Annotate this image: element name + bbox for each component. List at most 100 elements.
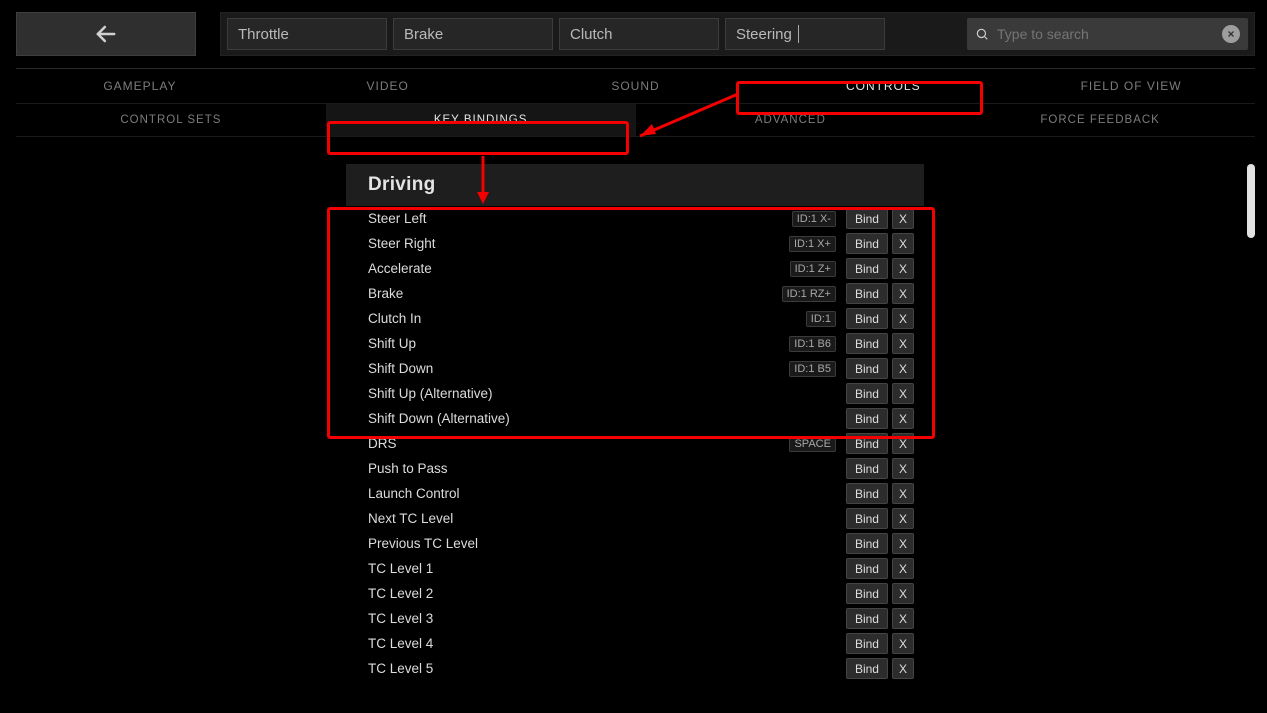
bind-button[interactable]: Bind xyxy=(846,383,888,404)
binding-row: Shift Up (Alternative)BindX xyxy=(346,381,924,406)
tab-video[interactable]: VIDEO xyxy=(264,69,512,103)
binding-assignment-chip: ID:1 X+ xyxy=(789,236,836,252)
binding-assignment-chip: ID:1 B6 xyxy=(789,336,836,352)
clear-binding-button[interactable]: X xyxy=(892,508,914,529)
bind-button[interactable]: Bind xyxy=(846,308,888,329)
bindings-list: Steer LeftID:1 X-BindXSteer RightID:1 X+… xyxy=(346,206,924,681)
clear-search-button[interactable] xyxy=(1222,25,1240,43)
binding-assignment-chip: SPACE xyxy=(789,436,835,452)
content-wrap: Driving Steer LeftID:1 X-BindXSteer Righ… xyxy=(16,162,1255,701)
clear-binding-button[interactable]: X xyxy=(892,333,914,354)
subtab-advanced[interactable]: ADVANCED xyxy=(636,104,946,136)
binding-row: TC Level 1 BindX xyxy=(346,556,924,581)
binding-assignment-chip: ID:1 X- xyxy=(792,211,836,227)
binding-row: Clutch InID:1BindX xyxy=(346,306,924,331)
binding-assignment-chip: ID:1 B5 xyxy=(789,361,836,377)
input-status-row: Throttle Brake Clutch Steering xyxy=(220,12,1255,56)
binding-label: TC Level 4 xyxy=(368,636,842,651)
clear-binding-button[interactable]: X xyxy=(892,483,914,504)
close-icon xyxy=(1226,29,1236,39)
bind-button[interactable]: Bind xyxy=(846,633,888,654)
clear-binding-button[interactable]: X xyxy=(892,558,914,579)
binding-row: TC Level 4 BindX xyxy=(346,631,924,656)
clear-binding-button[interactable]: X xyxy=(892,458,914,479)
binding-label: Accelerate xyxy=(368,261,790,276)
bind-button[interactable]: Bind xyxy=(846,558,888,579)
binding-row: TC Level 3 BindX xyxy=(346,606,924,631)
bindings-panel: Driving Steer LeftID:1 X-BindXSteer Righ… xyxy=(346,164,924,701)
bind-button[interactable]: Bind xyxy=(846,408,888,429)
scrollbar-thumb[interactable] xyxy=(1247,164,1255,238)
binding-row: Launch Control BindX xyxy=(346,481,924,506)
bind-button[interactable]: Bind xyxy=(846,483,888,504)
clear-binding-button[interactable]: X xyxy=(892,408,914,429)
tab-controls[interactable]: CONTROLS xyxy=(759,69,1007,103)
clear-binding-button[interactable]: X xyxy=(892,533,914,554)
clear-binding-button[interactable]: X xyxy=(892,658,914,679)
bind-button[interactable]: Bind xyxy=(846,208,888,229)
subtab-control-sets[interactable]: CONTROL SETS xyxy=(16,104,326,136)
clear-binding-button[interactable]: X xyxy=(892,433,914,454)
bind-button[interactable]: Bind xyxy=(846,658,888,679)
brake-status: Brake xyxy=(393,18,553,50)
binding-label: Shift Up xyxy=(368,336,789,351)
clear-binding-button[interactable]: X xyxy=(892,583,914,604)
binding-label: Steer Left xyxy=(368,211,792,226)
bind-button[interactable]: Bind xyxy=(846,258,888,279)
bind-button[interactable]: Bind xyxy=(846,458,888,479)
clear-binding-button[interactable]: X xyxy=(892,608,914,629)
clear-binding-button[interactable]: X xyxy=(892,283,914,304)
search-box[interactable] xyxy=(967,18,1248,50)
binding-label: Clutch In xyxy=(368,311,806,326)
binding-row: AccelerateID:1 Z+ BindX xyxy=(346,256,924,281)
binding-label: Steer Right xyxy=(368,236,789,251)
binding-label: TC Level 2 xyxy=(368,586,842,601)
clear-binding-button[interactable]: X xyxy=(892,383,914,404)
binding-label: Launch Control xyxy=(368,486,842,501)
subtab-key-bindings[interactable]: KEY BINDINGS xyxy=(326,104,636,136)
clutch-status-cell: Clutch xyxy=(559,18,719,50)
binding-label: Previous TC Level xyxy=(368,536,842,551)
binding-row: BrakeID:1 RZ+BindX xyxy=(346,281,924,306)
bind-button[interactable]: Bind xyxy=(846,333,888,354)
binding-row: TC Level 2 BindX xyxy=(346,581,924,606)
binding-label: Shift Down xyxy=(368,361,789,376)
binding-label: TC Level 1 xyxy=(368,561,842,576)
bind-button[interactable]: Bind xyxy=(846,233,888,254)
clear-binding-button[interactable]: X xyxy=(892,633,914,654)
tab-gameplay[interactable]: GAMEPLAY xyxy=(16,69,264,103)
subtab-force-feedback[interactable]: FORCE FEEDBACK xyxy=(945,104,1255,136)
back-button[interactable] xyxy=(16,12,196,56)
tab-fov[interactable]: FIELD OF VIEW xyxy=(1007,69,1255,103)
bind-button[interactable]: Bind xyxy=(846,583,888,604)
bind-button[interactable]: Bind xyxy=(846,358,888,379)
binding-label: Push to Pass xyxy=(368,461,842,476)
binding-label: Next TC Level xyxy=(368,511,842,526)
binding-label: TC Level 5 xyxy=(368,661,842,676)
binding-row: Shift UpID:1 B6 BindX xyxy=(346,331,924,356)
bind-button[interactable]: Bind xyxy=(846,608,888,629)
binding-label: Brake xyxy=(368,286,782,301)
binding-label: DRS xyxy=(368,436,789,451)
sub-tab-row: CONTROL SETS KEY BINDINGS ADVANCED FORCE… xyxy=(16,104,1255,137)
binding-row: Push to Pass BindX xyxy=(346,456,924,481)
bind-button[interactable]: Bind xyxy=(846,283,888,304)
binding-label: Shift Down (Alternative) xyxy=(368,411,842,426)
search-input[interactable] xyxy=(997,26,1214,42)
binding-label: TC Level 3 xyxy=(368,611,842,626)
clear-binding-button[interactable]: X xyxy=(892,258,914,279)
tab-sound[interactable]: SOUND xyxy=(512,69,760,103)
binding-row: Shift DownID:1 B5 BindX xyxy=(346,356,924,381)
binding-assignment-chip: ID:1 Z+ xyxy=(790,261,836,277)
bind-button[interactable]: Bind xyxy=(846,508,888,529)
search-icon xyxy=(975,27,989,41)
binding-row: Next TC Level BindX xyxy=(346,506,924,531)
clear-binding-button[interactable]: X xyxy=(892,208,914,229)
binding-row: DRSSPACE BindX xyxy=(346,431,924,456)
binding-row: Previous TC Level BindX xyxy=(346,531,924,556)
clear-binding-button[interactable]: X xyxy=(892,308,914,329)
clear-binding-button[interactable]: X xyxy=(892,358,914,379)
bind-button[interactable]: Bind xyxy=(846,533,888,554)
bind-button[interactable]: Bind xyxy=(846,433,888,454)
clear-binding-button[interactable]: X xyxy=(892,233,914,254)
